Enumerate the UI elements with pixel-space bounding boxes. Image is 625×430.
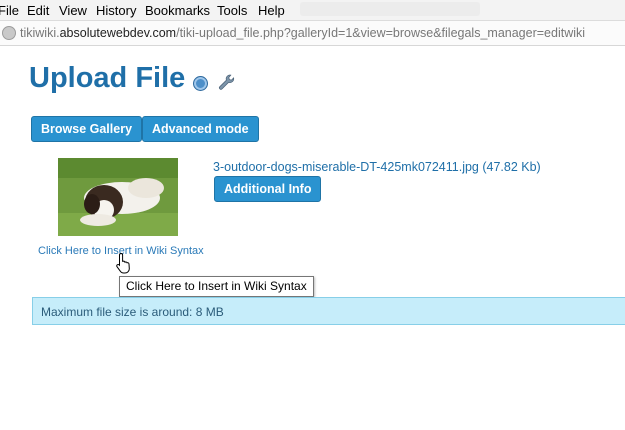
file-name-link[interactable]: 3-outdoor-dogs-miserable-DT-425mk072411.… <box>213 160 541 174</box>
menu-view[interactable]: View <box>59 3 87 18</box>
url-domain: absolutewebdev.com <box>59 26 177 40</box>
url-text[interactable]: tikiwiki.absolutewebdev.com/tiki-upload_… <box>20 26 585 40</box>
file-thumbnail[interactable] <box>58 158 178 236</box>
menu-file[interactable]: File <box>0 3 19 18</box>
url-path: /tiki-upload_file.php?galleryId=1&view=b… <box>176 26 586 40</box>
background-tab <box>300 2 480 16</box>
page-title: Upload File <box>29 62 186 94</box>
globe-icon <box>2 26 16 40</box>
browse-gallery-button[interactable]: Browse Gallery <box>31 116 143 142</box>
tooltip: Click Here to Insert in Wiki Syntax <box>119 276 314 297</box>
menu-bar: File Edit View History Bookmarks Tools H… <box>0 0 625 21</box>
menu-tools[interactable]: Tools <box>217 3 247 18</box>
additional-info-button[interactable]: Additional Info <box>214 176 322 202</box>
menu-help[interactable]: Help <box>258 3 285 18</box>
alert-text: Maximum file size is around: 8 MB <box>41 305 224 319</box>
menu-history[interactable]: History <box>96 3 136 18</box>
help-icon[interactable] <box>193 76 208 91</box>
url-host-prefix: tikiwiki. <box>20 26 60 40</box>
wrench-icon[interactable] <box>217 73 236 92</box>
address-bar[interactable]: tikiwiki.absolutewebdev.com/tiki-upload_… <box>0 21 625 46</box>
file-size-alert: Maximum file size is around: 8 MB <box>32 297 625 325</box>
menu-bookmarks[interactable]: Bookmarks <box>145 3 210 18</box>
hand-cursor-icon <box>116 252 130 274</box>
advanced-mode-button[interactable]: Advanced mode <box>142 116 259 142</box>
menu-edit[interactable]: Edit <box>27 3 49 18</box>
